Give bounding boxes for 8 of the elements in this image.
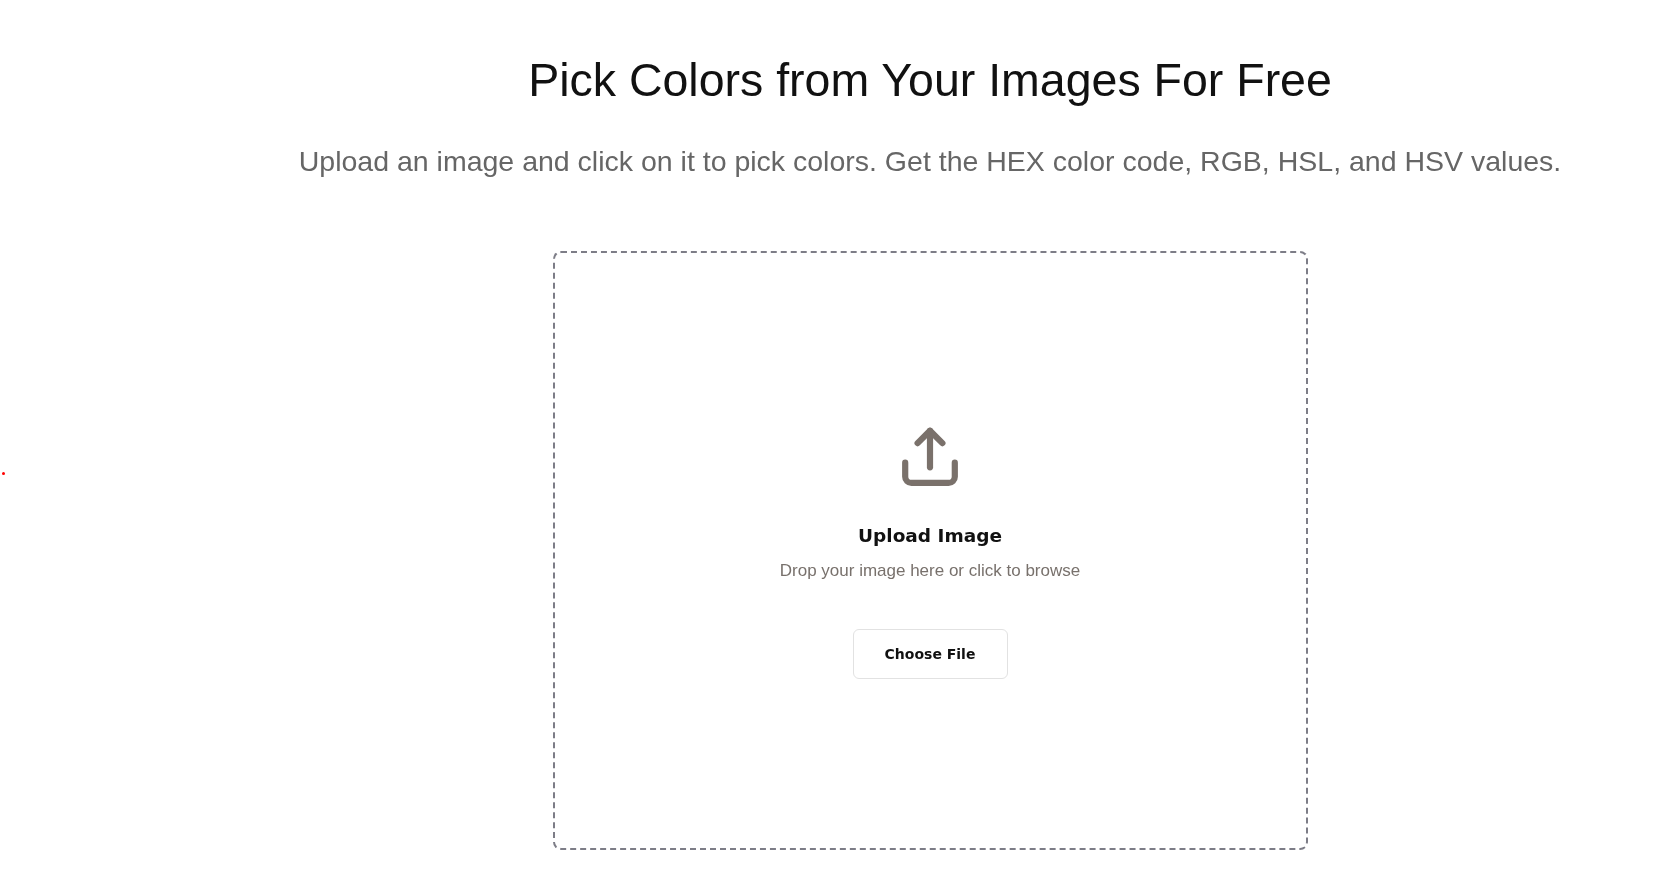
page-subtitle: Upload an image and click on it to pick colors. Get the HEX color code, RGB, HSL, and HSV values. [298, 145, 1562, 178]
page-title: Pick Colors from Your Images For Free [528, 53, 1332, 108]
upload-heading: Upload Image [858, 524, 1002, 548]
upload-drop-zone[interactable]: Upload Image Drop your image here or click to browse Choose File [552, 251, 1308, 850]
upload-hint: Drop your image here or click to browse [779, 561, 1081, 581]
choose-file-button[interactable]: Choose File [852, 629, 1008, 679]
dot-icon [2, 472, 5, 475]
upload-icon [899, 427, 961, 486]
